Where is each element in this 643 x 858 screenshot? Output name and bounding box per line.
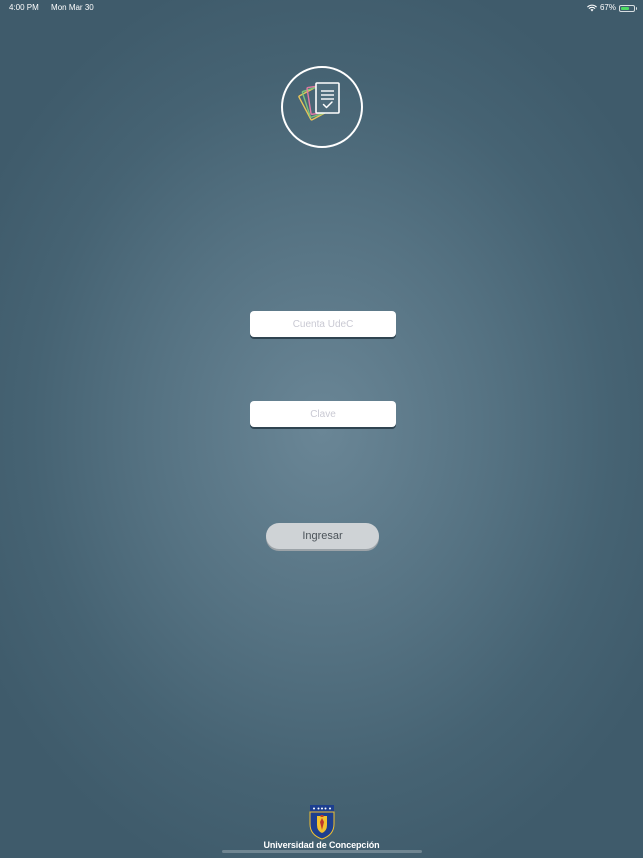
password-input[interactable] xyxy=(250,401,396,427)
status-bar: 4:00 PM Mon Mar 30 67% xyxy=(0,0,643,16)
battery-fill xyxy=(621,6,630,10)
university-crest-icon xyxy=(309,805,334,840)
battery-icon xyxy=(619,4,637,12)
wifi-icon xyxy=(587,4,597,12)
footer: Universidad de Concepción xyxy=(0,804,643,850)
home-indicator xyxy=(222,850,422,853)
login-button[interactable]: Ingresar xyxy=(266,523,379,549)
password-field-wrap xyxy=(250,401,396,429)
battery-percent: 67% xyxy=(599,3,616,12)
status-date: Mon Mar 30 xyxy=(51,3,94,12)
username-field-wrap xyxy=(250,311,396,339)
status-left: 4:00 PM Mon Mar 30 xyxy=(9,0,94,16)
app-logo xyxy=(281,66,363,148)
status-right: 67% xyxy=(587,0,637,16)
status-time: 4:00 PM xyxy=(9,3,39,12)
university-name: Universidad de Concepción xyxy=(263,840,380,850)
document-stack-icon xyxy=(298,82,340,121)
username-input[interactable] xyxy=(250,311,396,337)
